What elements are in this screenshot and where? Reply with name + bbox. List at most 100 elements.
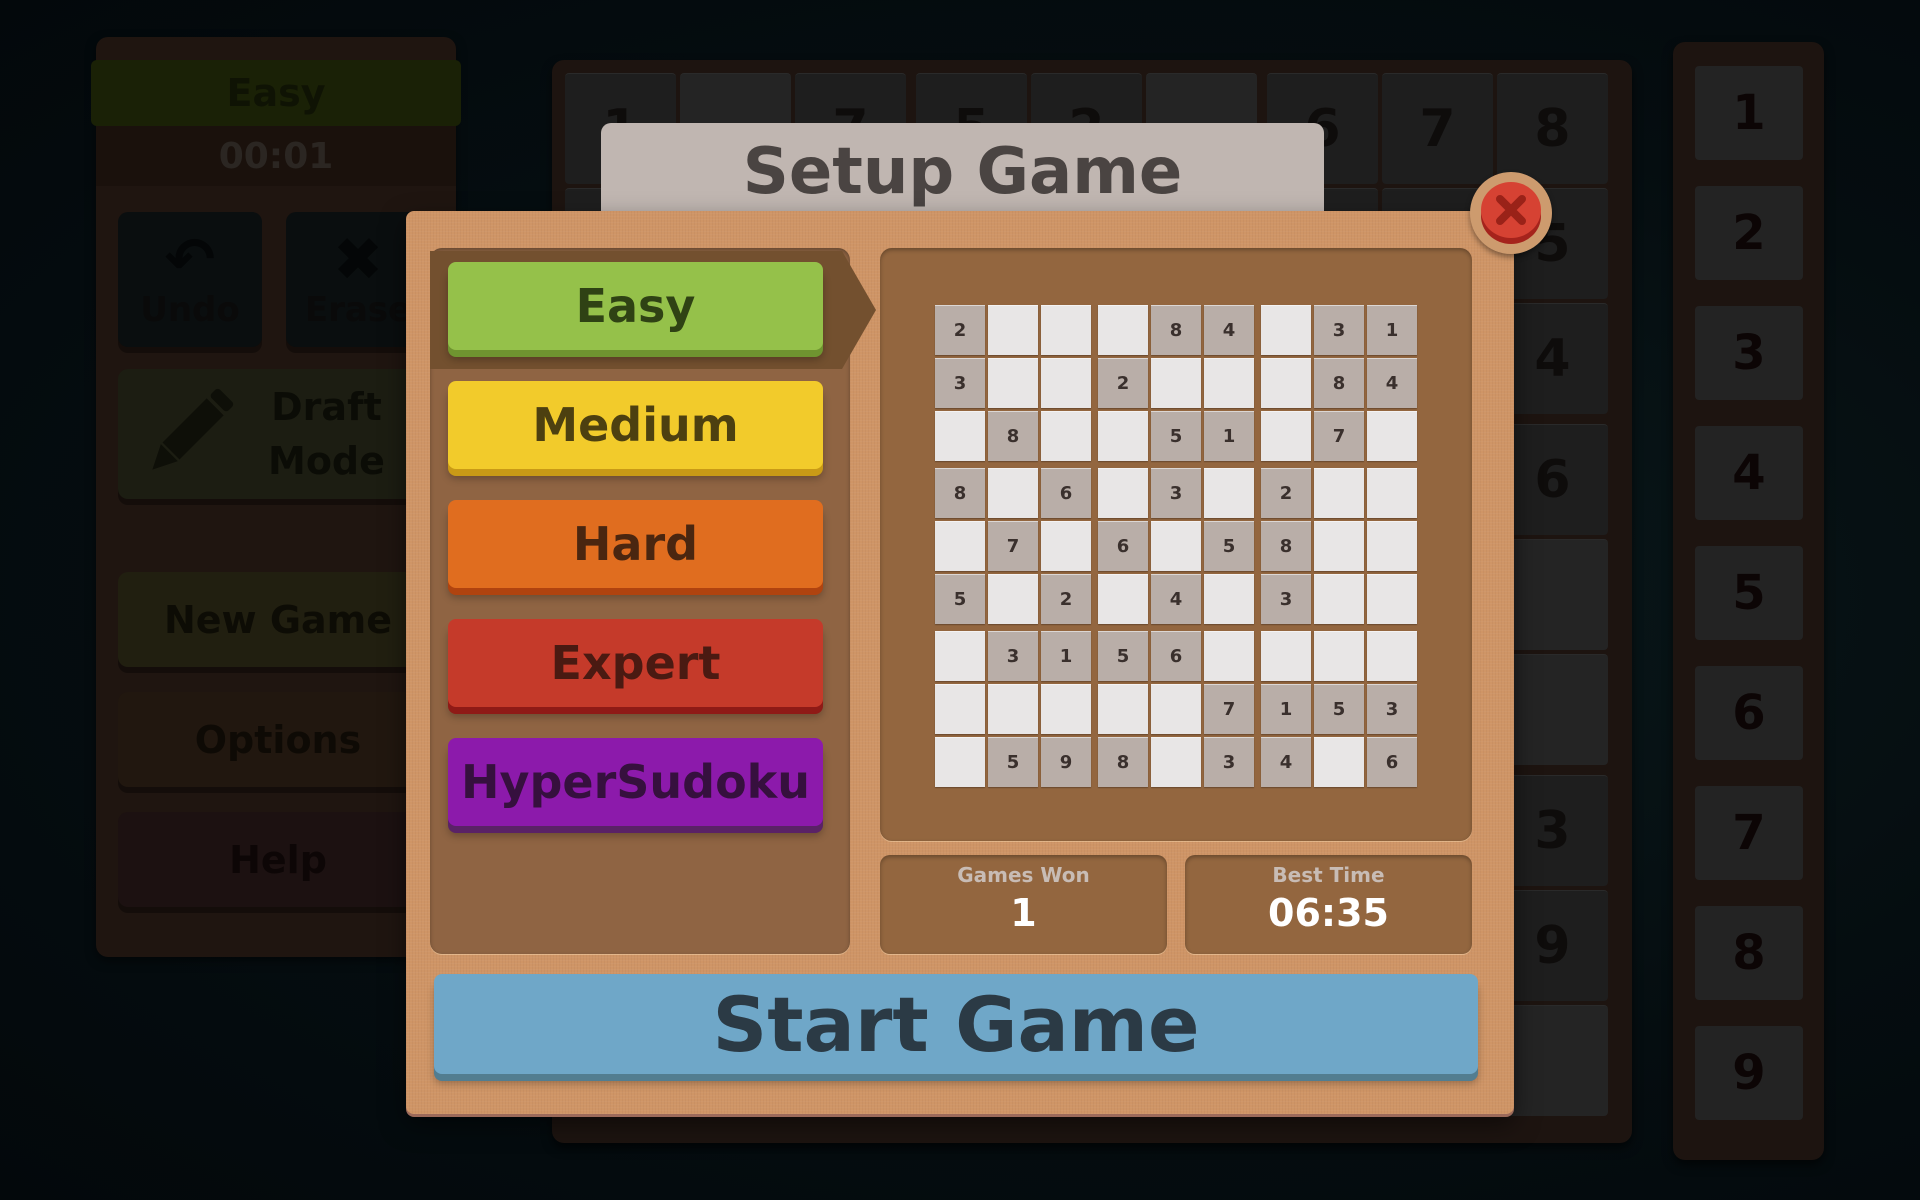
preview-cell	[935, 521, 985, 571]
modal-title: Setup Game	[601, 123, 1324, 223]
preview-cell	[988, 358, 1038, 408]
preview-cell	[935, 684, 985, 734]
draft-label-line1: Draft	[271, 385, 382, 429]
help-button[interactable]: Help	[118, 812, 438, 907]
erase-label: Erase	[304, 289, 412, 330]
preview-cell: 5	[988, 737, 1038, 787]
difficulty-button-easy[interactable]: Easy	[448, 262, 823, 350]
numpad-button-4[interactable]: 4	[1695, 426, 1803, 520]
numpad-button-9[interactable]: 9	[1695, 1026, 1803, 1120]
best-time-value: 06:35	[1268, 891, 1389, 935]
close-x-icon	[1496, 195, 1526, 225]
preview-cell	[1314, 631, 1364, 681]
close-button[interactable]	[1470, 172, 1552, 254]
difficulty-list: Easy Medium Hard Expert HyperSudoku	[430, 248, 876, 954]
undo-label: Undo	[140, 289, 240, 330]
preview-cell: 4	[1261, 737, 1311, 787]
preview-cell	[1314, 468, 1364, 518]
games-won-stat: Games Won 1	[880, 855, 1167, 954]
games-won-label: Games Won	[957, 863, 1090, 887]
preview-cell	[1041, 521, 1091, 571]
new-game-button[interactable]: New Game	[118, 572, 438, 667]
undo-arrow-icon: ↶	[164, 224, 216, 295]
preview-cell: 8	[988, 411, 1038, 461]
numpad-button-3[interactable]: 3	[1695, 306, 1803, 400]
difficulty-button-hard[interactable]: Hard	[448, 500, 823, 588]
erase-x-icon: ✖	[332, 224, 384, 295]
preview-grid: 284313284851786327658524331567153598346	[935, 305, 1420, 787]
preview-cell: 2	[1041, 574, 1091, 624]
draft-label-line2: Mode	[268, 439, 385, 483]
board-cell[interactable]: 8	[1497, 73, 1608, 184]
preview-cell: 5	[935, 574, 985, 624]
preview-cell: 8	[1261, 521, 1311, 571]
preview-cell: 5	[1204, 521, 1254, 571]
preview-cell: 3	[1261, 574, 1311, 624]
sidebar-panel: Easy 00:01 ↶ Undo ✖ Erase Draft Mode New…	[91, 37, 461, 957]
undo-button[interactable]: ↶ Undo	[118, 212, 262, 347]
preview-cell: 6	[1151, 631, 1201, 681]
numpad-button-1[interactable]: 1	[1695, 66, 1803, 160]
number-pad: 1 2 3 4 5 6 7 8 9	[1673, 42, 1824, 1160]
preview-cell	[935, 411, 985, 461]
preview-cell	[1041, 411, 1091, 461]
preview-cell	[1367, 411, 1417, 461]
best-time-label: Best Time	[1272, 863, 1385, 887]
preview-cell	[1151, 358, 1201, 408]
difficulty-button-hypersudoku[interactable]: HyperSudoku	[448, 738, 823, 826]
preview-cell	[1041, 305, 1091, 355]
board-cell[interactable]: 7	[1382, 73, 1493, 184]
preview-cell	[988, 305, 1038, 355]
preview-cell: 3	[1151, 468, 1201, 518]
difficulty-button-medium[interactable]: Medium	[448, 381, 823, 469]
numpad-button-7[interactable]: 7	[1695, 786, 1803, 880]
numpad-button-6[interactable]: 6	[1695, 666, 1803, 760]
draft-mode-toggle[interactable]: Draft Mode	[118, 369, 438, 499]
selected-difficulty-pointer	[842, 251, 876, 369]
preview-cell: 3	[1204, 737, 1254, 787]
preview-cell	[1098, 574, 1148, 624]
preview-cell	[1261, 411, 1311, 461]
preview-cell	[988, 574, 1038, 624]
preview-cell: 5	[1098, 631, 1148, 681]
preview-cell: 2	[935, 305, 985, 355]
preview-cell	[1098, 305, 1148, 355]
preview-cell: 3	[1314, 305, 1364, 355]
preview-cell	[1204, 358, 1254, 408]
start-game-button[interactable]: Start Game	[434, 974, 1478, 1074]
preview-cell: 1	[1204, 411, 1254, 461]
difficulty-button-expert[interactable]: Expert	[448, 619, 823, 707]
preview-cell	[1367, 631, 1417, 681]
preview-cell: 7	[988, 521, 1038, 571]
numpad-button-2[interactable]: 2	[1695, 186, 1803, 280]
pencil-icon	[152, 388, 234, 470]
preview-cell: 4	[1204, 305, 1254, 355]
numpad-button-5[interactable]: 5	[1695, 546, 1803, 640]
preview-cell	[1367, 521, 1417, 571]
options-button[interactable]: Options	[118, 692, 438, 787]
numpad-button-8[interactable]: 8	[1695, 906, 1803, 1000]
preview-cell: 5	[1151, 411, 1201, 461]
preview-cell: 1	[1367, 305, 1417, 355]
preview-cell: 7	[1314, 411, 1364, 461]
preview-cell: 4	[1151, 574, 1201, 624]
preview-cell: 6	[1041, 468, 1091, 518]
preview-cell: 9	[1041, 737, 1091, 787]
preview-cell	[1098, 684, 1148, 734]
preview-cell	[988, 684, 1038, 734]
preview-cell: 8	[1098, 737, 1148, 787]
preview-cell	[1314, 574, 1364, 624]
preview-cell: 5	[1314, 684, 1364, 734]
preview-cell	[1261, 631, 1311, 681]
preview-cell	[1367, 574, 1417, 624]
preview-cell: 8	[935, 468, 985, 518]
preview-cell: 3	[935, 358, 985, 408]
preview-cell	[1204, 468, 1254, 518]
preview-cell	[935, 631, 985, 681]
preview-cell: 8	[1151, 305, 1201, 355]
preview-cell	[1151, 521, 1201, 571]
preview-cell	[1314, 737, 1364, 787]
preview-cell	[1261, 305, 1311, 355]
preview-cell	[1098, 411, 1148, 461]
preview-cell	[1204, 631, 1254, 681]
